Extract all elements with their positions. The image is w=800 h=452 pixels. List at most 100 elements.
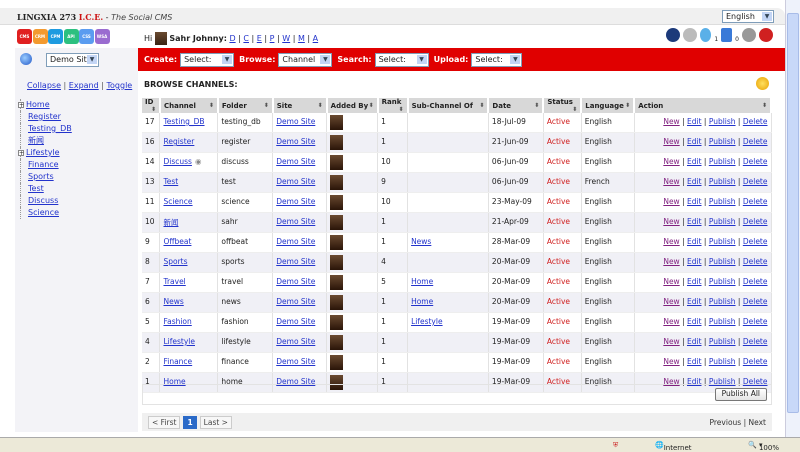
cell-channel-link[interactable]: Testing_DB [163, 117, 204, 126]
settings-icon[interactable] [683, 28, 698, 42]
tree-item-link[interactable]: Discuss [28, 196, 58, 205]
last-page-button[interactable]: Last > [199, 415, 232, 429]
tree-item-link[interactable]: Finance [28, 160, 59, 169]
previous-link[interactable]: Previous [710, 418, 742, 427]
cell-channel-link[interactable]: Travel [163, 277, 185, 286]
new-link[interactable]: New [663, 257, 679, 266]
edit-link[interactable]: Edit [687, 317, 702, 326]
user-link-w[interactable]: W [282, 34, 290, 43]
zoom-level[interactable]: 🔍 100% ▾ [748, 441, 779, 452]
cell-channel-link[interactable]: Science [163, 197, 192, 206]
cell-site-link[interactable]: Demo Site [276, 197, 315, 206]
edit-link[interactable]: Edit [687, 157, 702, 166]
publish-link[interactable]: Publish [709, 297, 736, 306]
avatar[interactable] [330, 315, 344, 330]
updates-icon[interactable] [700, 28, 712, 42]
publish-link[interactable]: Publish [709, 357, 736, 366]
column-header[interactable]: Site ⬍ [272, 98, 328, 113]
sort-icon[interactable]: ⬍ [534, 102, 539, 109]
expand-link[interactable]: Expand [69, 81, 99, 90]
new-link[interactable]: New [663, 197, 679, 206]
avatar[interactable] [330, 335, 344, 350]
tree-item-link[interactable]: 新闻 [28, 136, 44, 145]
messages-icon[interactable] [721, 28, 733, 42]
edit-link[interactable]: Edit [687, 277, 702, 286]
delete-link[interactable]: Delete [743, 257, 768, 266]
cell-channel-link[interactable]: 新闻 [163, 218, 178, 227]
delete-link[interactable]: Delete [743, 137, 768, 146]
cell-sub-channel-link[interactable]: Home [411, 297, 433, 306]
upload-select[interactable]: Select: ▼ [471, 52, 523, 67]
delete-link[interactable]: Delete [743, 237, 768, 246]
edit-link[interactable]: Edit [687, 297, 702, 306]
sort-icon[interactable]: ⬍ [399, 106, 404, 113]
new-link[interactable]: New [663, 237, 679, 246]
publish-all-button[interactable]: Publish All [714, 388, 767, 401]
language-select[interactable]: English ▼ [722, 10, 774, 23]
avatar[interactable] [330, 235, 344, 250]
cell-sub-channel-link[interactable]: Home [411, 277, 433, 286]
column-header[interactable]: Channel ⬍ [159, 98, 219, 113]
cell-channel-link[interactable]: Finance [163, 357, 192, 366]
publish-link[interactable]: Publish [709, 157, 736, 166]
new-link[interactable]: New [663, 217, 679, 226]
column-header[interactable]: Date ⬍ [488, 98, 545, 113]
cell-channel-link[interactable]: Fashion [163, 317, 191, 326]
expand-icon[interactable]: + [18, 102, 24, 109]
column-header[interactable]: Added By ⬍ [326, 98, 379, 113]
new-link[interactable]: New [663, 357, 679, 366]
avatar[interactable] [330, 175, 344, 190]
sort-icon[interactable]: ⬍ [479, 102, 484, 109]
app-crm-button[interactable]: CRM [32, 29, 48, 44]
smiley-icon[interactable] [756, 77, 769, 90]
delete-link[interactable]: Delete [743, 177, 768, 186]
edit-link[interactable]: Edit [687, 337, 702, 346]
delete-link[interactable]: Delete [743, 197, 768, 206]
cell-channel-link[interactable]: Discuss [163, 157, 191, 166]
avatar[interactable] [330, 355, 344, 370]
avatar[interactable] [330, 255, 344, 270]
new-link[interactable]: New [663, 297, 679, 306]
edit-link[interactable]: Edit [687, 177, 702, 186]
edit-link[interactable]: Edit [687, 357, 702, 366]
tree-item-link[interactable]: Lifestyle [26, 148, 60, 157]
delete-link[interactable]: Delete [743, 297, 768, 306]
browse-select[interactable]: Channel ▼ [278, 52, 333, 67]
avatar[interactable] [330, 135, 344, 150]
avatar[interactable] [330, 215, 344, 230]
toggle-link[interactable]: Toggle [106, 81, 132, 90]
delete-link[interactable]: Delete [743, 157, 768, 166]
delete-link[interactable]: Delete [743, 337, 768, 346]
publish-link[interactable]: Publish [709, 177, 736, 186]
cell-site-link[interactable]: Demo Site [276, 157, 315, 166]
avatar[interactable] [330, 195, 344, 210]
site-select[interactable]: Demo Site ▼ [46, 53, 99, 67]
edit-link[interactable]: Edit [687, 237, 702, 246]
tree-item-link[interactable]: Home [26, 100, 50, 109]
app-cms-button[interactable]: CMS [17, 29, 32, 44]
publish-link[interactable]: Publish [709, 237, 736, 246]
sort-icon[interactable]: ⬍ [264, 102, 269, 109]
cell-site-link[interactable]: Demo Site [276, 137, 315, 146]
user-link-p[interactable]: P [270, 34, 275, 43]
publish-link[interactable]: Publish [709, 337, 736, 346]
tree-item-link[interactable]: Register [28, 112, 61, 121]
column-header[interactable]: Sub-Channel Of ⬍ [407, 98, 490, 113]
publish-link[interactable]: Publish [709, 217, 736, 226]
publish-link[interactable]: Publish [709, 257, 736, 266]
tree-item-link[interactable]: Test [28, 184, 44, 193]
new-link[interactable]: New [663, 117, 679, 126]
user-link-c[interactable]: C [243, 34, 249, 43]
cell-sub-channel-link[interactable]: Lifestyle [411, 317, 443, 326]
next-link[interactable]: Next [749, 418, 766, 427]
avatar[interactable] [330, 155, 344, 170]
cell-site-link[interactable]: Demo Site [276, 217, 315, 226]
new-link[interactable]: New [663, 177, 679, 186]
cell-channel-link[interactable]: Sports [163, 257, 187, 266]
app-css-button[interactable]: CSS [79, 29, 94, 44]
create-select[interactable]: Select: ▼ [180, 52, 235, 67]
column-header[interactable]: Action ⬍ [634, 98, 772, 113]
user-link-a[interactable]: A [313, 34, 318, 43]
edit-link[interactable]: Edit [687, 257, 702, 266]
cell-channel-link[interactable]: Lifestyle [163, 337, 195, 346]
